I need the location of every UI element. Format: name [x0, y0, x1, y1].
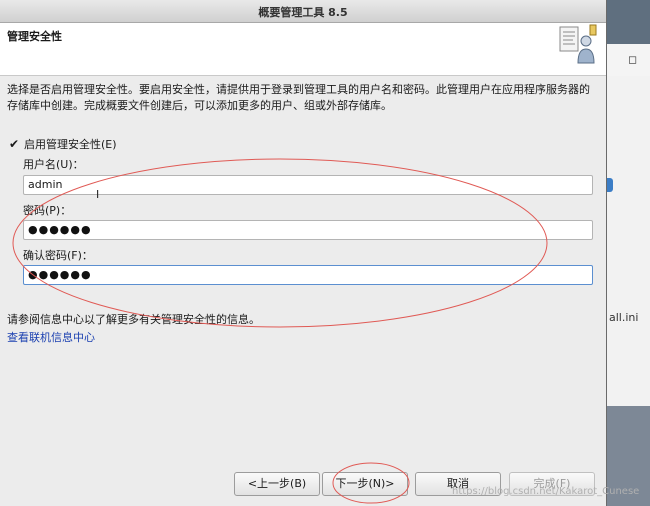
enable-security-row[interactable]: ✔ 启用管理安全性(E): [9, 136, 117, 152]
background-badge: [606, 178, 613, 192]
watermark: https://blog.csdn.net/Kakarot_Cunese: [452, 486, 640, 497]
background-content: [606, 76, 650, 406]
username-field[interactable]: admin: [23, 175, 593, 195]
password-field[interactable]: ●●●●●●: [23, 220, 593, 240]
wizard-person-icon: [559, 24, 597, 64]
enable-security-label[interactable]: 启用管理安全性(E): [24, 136, 117, 152]
wizard-header: 管理安全性: [0, 23, 606, 76]
next-button[interactable]: 下一步(N)>: [322, 472, 408, 496]
info-text: 请参阅信息中心以了解更多有关管理安全性的信息。: [7, 313, 260, 326]
password-mask: ●●●●●●: [28, 223, 92, 236]
page-title: 管理安全性: [7, 30, 62, 43]
confirm-password-mask: ●●●●●●: [28, 268, 92, 281]
restore-icon[interactable]: ◻: [628, 53, 637, 66]
description-text: 选择是否启用管理安全性。要启用安全性，请提供用于登录到管理工具的用户名和密码。此…: [7, 83, 590, 112]
wizard-dialog: 概要管理工具 8.5 管理安全性 选择是否启用管理安全性。要启用安全性，请提供用…: [0, 0, 607, 506]
enable-security-checkbox[interactable]: ✔: [9, 138, 21, 150]
background-filename: all.ini: [609, 311, 639, 324]
text-cursor-icon: I: [96, 188, 100, 201]
back-button[interactable]: <上一步(B): [234, 472, 320, 496]
info-center-link[interactable]: 查看联机信息中心: [7, 329, 95, 345]
confirm-password-label: 确认密码(F)：: [23, 249, 93, 262]
title-bar[interactable]: 概要管理工具 8.5: [0, 0, 606, 23]
password-label: 密码(P)：: [23, 204, 72, 217]
confirm-password-field[interactable]: ●●●●●●: [23, 265, 593, 285]
username-value: admin: [28, 178, 63, 191]
username-label: 用户名(U)：: [23, 158, 84, 171]
window-title: 概要管理工具 8.5: [258, 6, 348, 19]
